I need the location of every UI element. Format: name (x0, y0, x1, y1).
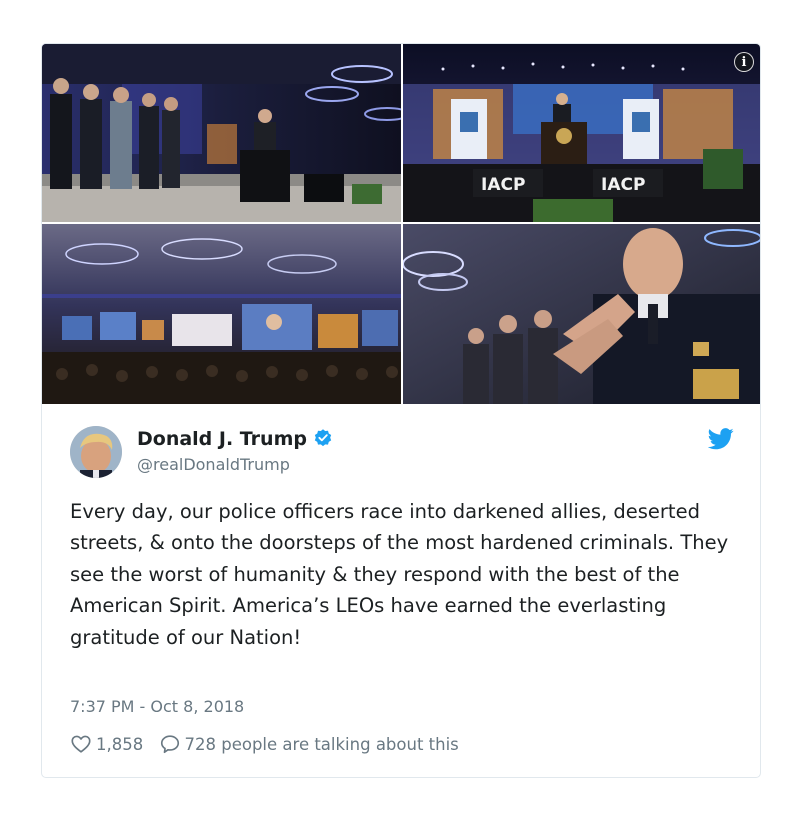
photo-stage-officers-image (42, 44, 401, 222)
podium-sign-left: IACP (481, 175, 525, 195)
photo-stage-officers[interactable] (42, 44, 401, 222)
info-icon[interactable]: i (734, 52, 754, 72)
tweet-author[interactable]: Donald J. Trump @realDonaldTrump (70, 424, 734, 480)
author-handle[interactable]: @realDonaldTrump (137, 455, 290, 474)
tweet-timestamp[interactable]: 7:37 PM - Oct 8, 2018 (70, 697, 244, 716)
tweet-text: Every day, our police officers race into… (70, 500, 729, 649)
twitter-bird-icon[interactable] (708, 428, 734, 450)
tweet-card[interactable]: IACP IACP i Donald J. Trump @realDonaldT… (41, 43, 761, 778)
talking-count: 728 people are talking about this (184, 735, 459, 754)
heart-icon (71, 735, 91, 753)
photo-iacp-podium[interactable]: IACP IACP i (403, 44, 760, 222)
photo-ballroom-screens[interactable] (42, 224, 401, 404)
verified-badge-icon (314, 429, 332, 447)
photo-applauding-officer-image (403, 224, 760, 404)
speech-bubble-icon (160, 735, 179, 754)
photo-ballroom-screens-image (42, 224, 401, 404)
author-name[interactable]: Donald J. Trump (137, 428, 307, 450)
like-action[interactable]: 1,858 (70, 735, 149, 754)
avatar[interactable] (70, 426, 122, 478)
photo-applauding-officer[interactable] (403, 224, 760, 404)
avatar-image (70, 426, 122, 478)
photo-iacp-podium-image: IACP IACP (403, 44, 760, 222)
like-count: 1,858 (96, 735, 144, 754)
podium-sign-right: IACP (601, 175, 645, 195)
talking-action[interactable]: 728 people are talking about this (159, 735, 459, 754)
author-name-line[interactable]: Donald J. Trump (137, 428, 333, 450)
media-grid[interactable]: IACP IACP i (42, 44, 760, 404)
tweet-actions: 1,858 728 people are talking about this (70, 733, 459, 757)
